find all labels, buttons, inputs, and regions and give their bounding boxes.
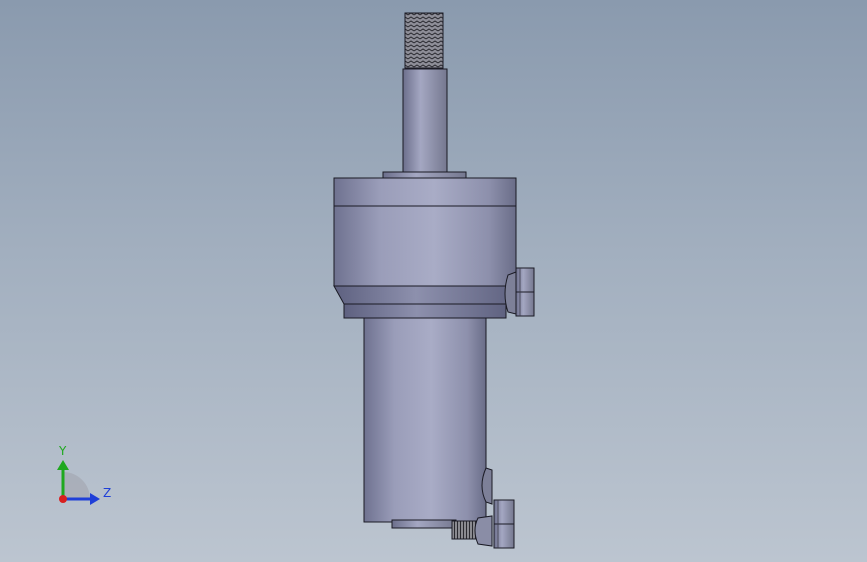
view-orientation-triad: Y Z — [57, 444, 111, 505]
graphics-viewport[interactable]: Y Z — [0, 0, 867, 562]
x-axis-origin-dot — [59, 495, 67, 503]
z-axis-label: Z — [103, 486, 111, 500]
y-axis-label: Y — [58, 444, 67, 458]
triad-plane-quadrant — [63, 472, 90, 499]
